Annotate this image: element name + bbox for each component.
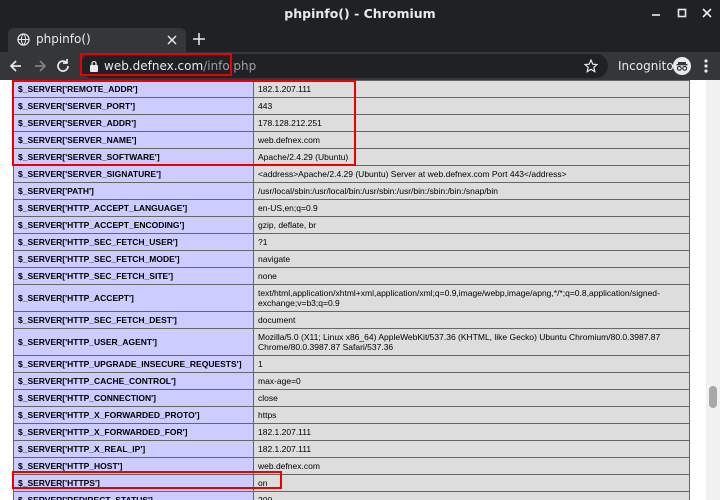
variable-name-cell: $_SERVER['HTTP_X_FORWARDED_PROTO'] [13, 406, 254, 424]
minimize-button[interactable] [648, 5, 664, 21]
variable-name-cell: $_SERVER['HTTP_X_FORWARDED_FOR'] [13, 423, 254, 441]
variable-value-cell: 1 [253, 355, 690, 373]
variable-value-cell: none [253, 267, 690, 285]
variable-value-cell: <address>Apache/2.4.29 (Ubuntu) Server a… [253, 165, 690, 183]
reload-icon [57, 59, 69, 72]
tab-label: phpinfo() [36, 32, 91, 46]
variable-name-cell: $_SERVER['HTTP_SEC_FETCH_SITE'] [13, 267, 254, 285]
server-info-highlight-box [12, 80, 356, 166]
variable-name-cell: $_SERVER['HTTP_CACHE_CONTROL'] [13, 372, 254, 390]
table-row: $_SERVER['HTTP_ACCEPT_LANGUAGE'] en-US,en… [13, 199, 690, 217]
variable-value-cell: web.defnex.com [253, 457, 690, 475]
variable-value-cell: text/html,application/xhtml+xml,applicat… [253, 284, 690, 312]
variable-name-cell: $_SERVER['REDIRECT_STATUS'] [13, 491, 254, 500]
https-highlight-box [12, 471, 282, 489]
variable-value-cell: navigate [253, 250, 690, 268]
variable-name-cell: $_SERVER['HTTP_USER_AGENT'] [13, 328, 254, 356]
table-row: $_SERVER['HTTP_ACCEPT_ENCODING'] gzip, de… [13, 216, 690, 234]
variable-name-cell: $_SERVER['HTTP_UPGRADE_INSECURE_REQUESTS… [13, 355, 254, 373]
close-window-button[interactable] [699, 5, 715, 21]
table-row: $_SERVER['HTTP_CONNECTION'] close [13, 389, 690, 407]
variable-value-cell: max-age=0 [253, 372, 690, 390]
plus-icon [193, 33, 205, 45]
table-row: $_SERVER['HTTP_SEC_FETCH_DEST'] document [13, 311, 690, 329]
variable-value-cell: 182.1.207.111 [253, 440, 690, 458]
arrow-right-icon [35, 60, 47, 72]
variable-value-cell: gzip, deflate, br [253, 216, 690, 234]
minimize-icon [652, 14, 660, 16]
variable-value-cell: /usr/local/sbin:/usr/local/bin:/usr/sbin… [253, 182, 690, 200]
menu-button[interactable] [700, 57, 712, 75]
variable-value-cell: ?1 [253, 233, 690, 251]
table-row: $_SERVER['HTTP_SEC_FETCH_USER'] ?1 [13, 233, 690, 251]
url-highlight-box [80, 53, 232, 76]
close-icon [167, 35, 177, 45]
kebab-menu-icon [704, 59, 708, 73]
variable-value-cell: en-US,en;q=0.9 [253, 199, 690, 217]
variable-name-cell: $_SERVER['PATH'] [13, 182, 254, 200]
table-row: $_SERVER['HTTP_X_REAL_IP'] 182.1.207.111 [13, 440, 690, 458]
tab-strip: phpinfo() [0, 28, 720, 52]
table-row: $_SERVER['HTTP_ACCEPT'] text/html,applica… [13, 284, 690, 312]
table-row: $_SERVER['REDIRECT_STATUS'] 200 [13, 491, 690, 500]
variable-value-cell: Mozilla/5.0 (X11; Linux x86_64) AppleWeb… [253, 328, 690, 356]
window-titlebar: phpinfo() - Chromium [0, 0, 720, 28]
incognito-icon[interactable] [673, 57, 691, 75]
table-row: $_SERVER['HTTP_CACHE_CONTROL'] max-age=0 [13, 372, 690, 390]
variable-name-cell: $_SERVER['HTTP_ACCEPT_ENCODING'] [13, 216, 254, 234]
forward-button[interactable] [30, 56, 50, 76]
reload-button[interactable] [53, 56, 73, 76]
variable-name-cell: $_SERVER['HTTP_ACCEPT'] [13, 284, 254, 312]
tab-close-button[interactable] [166, 31, 178, 49]
arrow-left-icon [9, 60, 21, 72]
variable-value-cell: 200 [253, 491, 690, 500]
scrollbar-thumb[interactable] [709, 386, 717, 408]
variable-name-cell: $_SERVER['HTTP_SEC_FETCH_USER'] [13, 233, 254, 251]
table-row: $_SERVER['PATH']/usr/local/sbin:/usr/loc… [13, 182, 690, 200]
table-row: $_SERVER['HTTP_UPGRADE_INSECURE_REQUESTS… [13, 355, 690, 373]
table-row: $_SERVER['HTTP_SEC_FETCH_MODE'] navigate [13, 250, 690, 268]
maximize-icon [677, 8, 687, 18]
table-row: $_SERVER['HTTP_X_FORWARDED_PROTO'] https [13, 406, 690, 424]
variable-value-cell: on [253, 474, 690, 492]
variable-value-cell: 182.1.207.111 [253, 423, 690, 441]
variable-value-cell: close [253, 389, 690, 407]
page-scrollbar[interactable] [706, 80, 720, 500]
table-row: $_SERVER['HTTP_USER_AGENT'] Mozilla/5.0 (… [13, 328, 690, 356]
variable-name-cell: $_SERVER['HTTP_ACCEPT_LANGUAGE'] [13, 199, 254, 217]
incognito-label[interactable]: Incognito [618, 59, 674, 73]
close-icon [702, 8, 712, 18]
variable-name-cell: $_SERVER['SERVER_SIGNATURE'] [13, 165, 254, 183]
tab-phpinfo[interactable]: phpinfo() [8, 28, 186, 52]
table-row: $_SERVER['SERVER_SIGNATURE'] <address>Apa… [13, 165, 690, 183]
variable-value-cell: https [253, 406, 690, 424]
variable-name-cell: $_SERVER['HTTP_SEC_FETCH_MODE'] [13, 250, 254, 268]
window-title: phpinfo() - Chromium [284, 6, 436, 21]
new-tab-button[interactable] [190, 28, 208, 50]
globe-icon [17, 33, 30, 46]
maximize-button[interactable] [674, 5, 690, 21]
bookmark-button[interactable] [583, 57, 599, 77]
variable-value-cell: document [253, 311, 690, 329]
back-button[interactable] [6, 56, 26, 76]
variable-name-cell: $_SERVER['HTTP_X_REAL_IP'] [13, 440, 254, 458]
star-icon [583, 58, 599, 73]
variable-name-cell: $_SERVER['HTTP_SEC_FETCH_DEST'] [13, 311, 254, 329]
table-row: $_SERVER['HTTP_SEC_FETCH_SITE'] none [13, 267, 690, 285]
variable-name-cell: $_SERVER['HTTP_CONNECTION'] [13, 389, 254, 407]
table-row: $_SERVER['HTTP_X_FORWARDED_FOR'] 182.1.20… [13, 423, 690, 441]
